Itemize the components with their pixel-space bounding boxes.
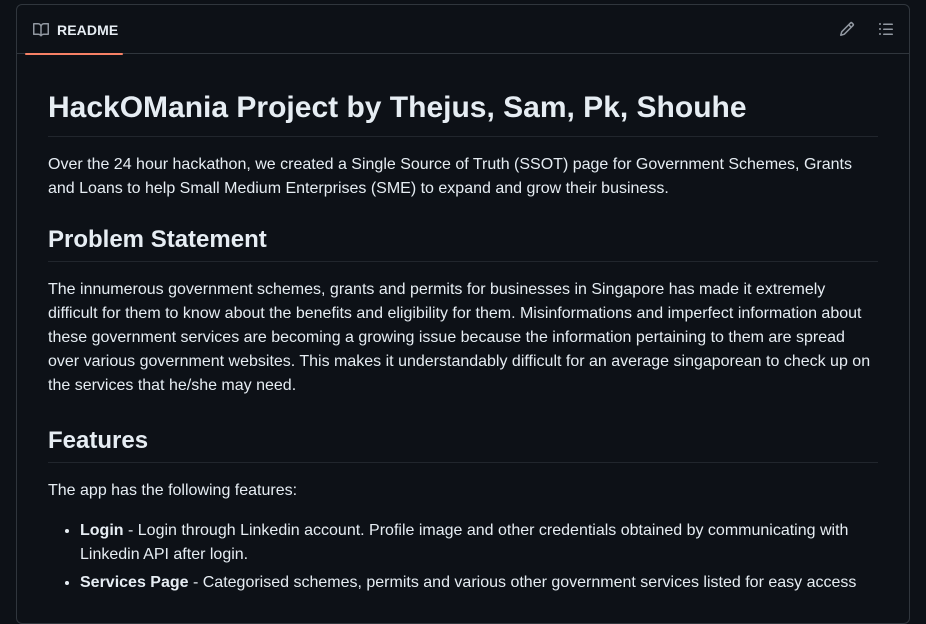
active-tab-indicator: [25, 53, 123, 55]
features-heading: Features: [48, 426, 878, 463]
feature-name: Login: [80, 522, 124, 539]
intro-paragraph: Over the 24 hour hackathon, we created a…: [48, 156, 852, 197]
features-list: Login - Login through Linkedin account. …: [48, 519, 878, 595]
readme-tab[interactable]: README: [25, 5, 123, 55]
readme-tab-label: README: [57, 21, 119, 38]
edit-file-button[interactable]: [837, 19, 857, 39]
pencil-icon: [839, 21, 855, 37]
readme-content: HackOMania Project by Thejus, Sam, Pk, S…: [17, 54, 909, 595]
feature-description: - Login through Linkedin account. Profil…: [80, 522, 849, 563]
features-intro: The app has the following features:: [48, 482, 298, 499]
list-icon: [878, 21, 894, 37]
problem-statement-paragraph: The innumerous government schemes, grant…: [48, 281, 871, 394]
readme-panel: README HackOMania Project by Thejus, Sam…: [16, 4, 910, 624]
book-icon: [33, 22, 49, 38]
table-of-contents-button[interactable]: [876, 19, 896, 39]
feature-name: Services Page: [80, 574, 189, 591]
list-item: Services Page - Categorised schemes, per…: [80, 571, 878, 595]
problem-statement-heading: Problem Statement: [48, 225, 878, 262]
feature-description: - Categorised schemes, permits and vario…: [188, 574, 857, 591]
list-item: Login - Login through Linkedin account. …: [80, 519, 878, 567]
page-title: HackOMania Project by Thejus, Sam, Pk, S…: [48, 88, 878, 137]
readme-header: README: [17, 5, 909, 55]
